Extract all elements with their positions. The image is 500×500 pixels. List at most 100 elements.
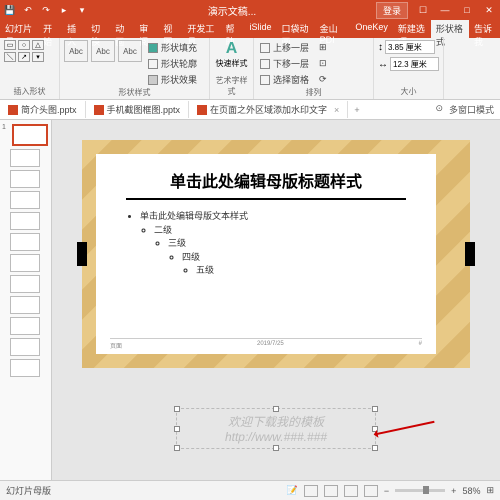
tab-transitions[interactable]: 切换 — [86, 20, 110, 38]
tab-home[interactable]: 开始 — [38, 20, 62, 38]
selection-pane-button[interactable]: 选择窗格 — [258, 72, 311, 87]
footer-page[interactable]: # — [419, 341, 422, 350]
shape-tri-icon[interactable]: △ — [32, 40, 44, 50]
shape-more-icon[interactable]: ▾ — [32, 52, 44, 62]
shape-circle-icon[interactable]: ○ — [18, 40, 30, 50]
doc-tab-1[interactable]: 简介头图.pptx — [0, 101, 86, 118]
thumb-layout[interactable] — [10, 170, 40, 188]
master-body-placeholder[interactable]: 单击此处编辑母版文本样式 二级 三级 四级 五级 — [126, 210, 406, 278]
watermark-textbox[interactable]: 欢迎下载我的模板 http://www.###.### — [176, 408, 376, 449]
shape-line-icon[interactable]: ＼ — [4, 52, 16, 62]
thumb-layout[interactable] — [10, 212, 40, 230]
tab-onekey[interactable]: OneKey — [350, 20, 393, 38]
master-title-placeholder[interactable]: 单击此处编辑母版标题样式 — [126, 168, 406, 200]
login-button[interactable]: 登录 — [376, 2, 408, 19]
shape-arrow-icon[interactable]: ↗ — [18, 52, 30, 62]
tab-help[interactable]: 帮助 — [220, 20, 244, 38]
tab-newtab[interactable]: 新建选项 — [393, 20, 431, 38]
thumb-layout[interactable] — [10, 233, 40, 251]
align-button[interactable]: ⊞ — [317, 40, 329, 55]
start-icon[interactable]: ▸ — [58, 4, 70, 16]
view-reading-button[interactable] — [344, 485, 358, 497]
tab-animations[interactable]: 动画 — [110, 20, 134, 38]
fit-button[interactable]: ⊞ — [486, 485, 494, 496]
tab-shape-format[interactable]: 形状格式 — [431, 20, 469, 38]
save-icon[interactable]: 💾 — [4, 4, 16, 16]
workspace: 1 单击此处编辑母版标题样式 单击此处编辑母版文本样式 二级 三级 — [0, 120, 500, 480]
zoom-thumb[interactable] — [423, 486, 429, 494]
footer-left[interactable]: 页面 — [110, 341, 122, 350]
window-title: 演示文稿... — [88, 3, 376, 18]
bring-forward-button[interactable]: 上移一层 — [258, 40, 311, 55]
view-sorter-button[interactable] — [324, 485, 338, 497]
doc-tab-3[interactable]: 在页面之外区域添加水印文字× — [189, 101, 348, 118]
minimize-button[interactable]: — — [438, 5, 452, 16]
rotate-button[interactable]: ⟳ — [317, 72, 329, 87]
shape-fill-button[interactable]: 形状填充 — [146, 40, 199, 55]
close-button[interactable]: ✕ — [482, 5, 496, 16]
thumb-layout[interactable] — [10, 149, 40, 167]
tab-pocket[interactable]: 口袋动画 — [277, 20, 315, 38]
thumb-layout[interactable] — [10, 191, 40, 209]
view-normal-button[interactable] — [304, 485, 318, 497]
view-slideshow-button[interactable] — [364, 485, 378, 497]
thumb-layout[interactable] — [10, 338, 40, 356]
shape-effect-button[interactable]: 形状效果 — [146, 72, 199, 87]
maximize-button[interactable]: □ — [460, 5, 474, 16]
qat-more-icon[interactable]: ▾ — [76, 4, 88, 16]
multiwindow-label[interactable]: 多窗口模式 — [449, 103, 494, 116]
height-input[interactable]: 3.85 厘米 — [385, 40, 435, 54]
tab-pdi[interactable]: 金山PDI — [315, 20, 351, 38]
zoom-slider[interactable] — [395, 489, 445, 492]
new-tab-button[interactable]: + — [348, 105, 365, 115]
thumb-master[interactable] — [12, 124, 48, 146]
tab-developer[interactable]: 开发工具 — [182, 20, 220, 38]
resize-handle[interactable] — [372, 406, 378, 412]
style-preset-3[interactable]: Abc — [118, 40, 142, 62]
shape-rect-icon[interactable]: ▭ — [4, 40, 16, 50]
annotation-arrow — [375, 421, 434, 435]
tab-islide[interactable]: iSlide — [244, 20, 276, 38]
tab-slidemaster[interactable]: 幻灯片母 — [0, 20, 38, 38]
width-icon: ↔ — [378, 59, 388, 70]
resize-handle[interactable] — [174, 445, 180, 451]
style-preset-1[interactable]: Abc — [64, 40, 88, 62]
quick-style-button[interactable]: 快速样式 — [214, 58, 249, 69]
width-input[interactable]: 12.3 厘米 — [390, 57, 439, 71]
redo-icon[interactable]: ↷ — [40, 4, 52, 16]
status-bar: 幻灯片母版 📝 − + 58% ⊞ — [0, 480, 500, 500]
footer-date[interactable]: 2019/7/25 — [257, 341, 284, 350]
resize-handle[interactable] — [273, 406, 279, 412]
slide-master[interactable]: 单击此处编辑母版标题样式 单击此处编辑母版文本样式 二级 三级 四级 五级 — [96, 154, 436, 354]
style-preset-2[interactable]: Abc — [91, 40, 115, 62]
resize-handle[interactable] — [273, 445, 279, 451]
thumb-layout[interactable] — [10, 359, 40, 377]
zoom-in-button[interactable]: + — [451, 486, 456, 496]
resize-handle[interactable] — [174, 426, 180, 432]
undo-icon[interactable]: ↶ — [22, 4, 34, 16]
tab-insert[interactable]: 插入 — [62, 20, 86, 38]
thumb-layout[interactable] — [10, 254, 40, 272]
notes-button[interactable]: 📝 — [287, 485, 298, 496]
tab-tell-me[interactable]: 告诉我 — [469, 20, 500, 38]
zoom-level[interactable]: 58% — [462, 486, 480, 496]
tab-view[interactable]: 视图 — [158, 20, 182, 38]
shape-outline-button[interactable]: 形状轮廓 — [146, 56, 199, 71]
close-tab-icon[interactable]: × — [334, 105, 339, 115]
thumb-layout[interactable] — [10, 275, 40, 293]
thumbnail-panel[interactable]: 1 — [0, 120, 52, 480]
group-insert-shape-label: 插入形状 — [4, 86, 55, 97]
canvas-area[interactable]: 单击此处编辑母版标题样式 单击此处编辑母版文本样式 二级 三级 四级 五级 — [52, 120, 500, 480]
thumb-layout[interactable] — [10, 296, 40, 314]
zoom-out-button[interactable]: − — [384, 486, 389, 496]
ribbon-toggle-icon[interactable]: ☐ — [416, 5, 430, 16]
doc-tab-2[interactable]: 手机截图框图.pptx — [86, 101, 190, 118]
group-button[interactable]: ⊡ — [317, 56, 329, 71]
wifi-icon[interactable]: ⊙ — [435, 103, 443, 116]
send-backward-button[interactable]: 下移一层 — [258, 56, 311, 71]
resize-handle[interactable] — [174, 406, 180, 412]
resize-handle[interactable] — [372, 445, 378, 451]
wordart-icon[interactable]: A — [214, 40, 249, 58]
thumb-layout[interactable] — [10, 317, 40, 335]
tab-review[interactable]: 审阅 — [134, 20, 158, 38]
